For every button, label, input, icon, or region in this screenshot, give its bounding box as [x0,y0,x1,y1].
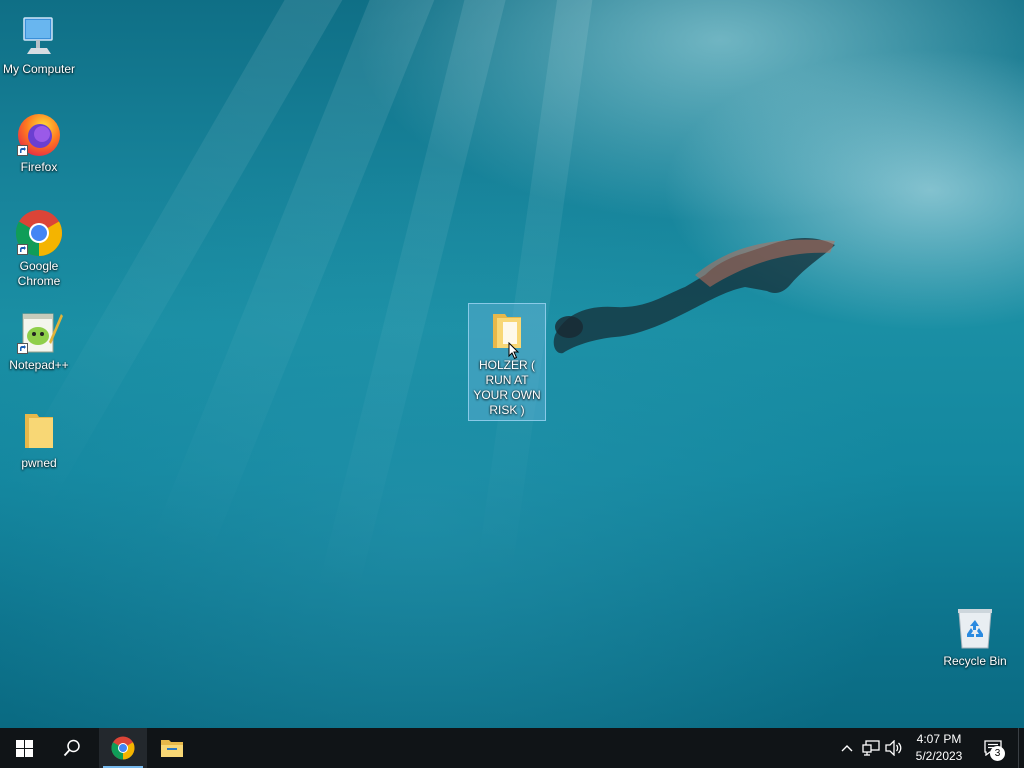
desktop-icon-holzer[interactable]: HOLZER ( RUN AT YOUR OWN RISK ) [468,303,546,421]
taskbar-file-explorer-button[interactable] [148,728,196,768]
folder-icon [25,414,53,448]
desktop-icon-my-computer[interactable]: My Computer [0,8,78,79]
desktop-icon-firefox[interactable]: Firefox [0,106,78,177]
search-button[interactable] [48,728,96,768]
volume-icon [885,740,902,756]
taskbar: 4:07 PM 5/2/2023 3 [0,728,1024,768]
icon-label: HOLZER ( RUN AT YOUR OWN RISK ) [473,358,541,417]
chevron-up-icon [841,745,853,752]
clock[interactable]: 4:07 PM 5/2/2023 [906,731,972,765]
desktop-icon-pwned[interactable]: pwned [0,402,78,473]
icon-label: Notepad++ [9,358,69,372]
folder-icon [493,314,521,348]
shortcut-arrow-icon [17,343,28,354]
computer-icon [23,17,53,54]
icon-label: Firefox [20,160,58,174]
clock-time: 4:07 PM [916,732,962,746]
recycle-bin-icon [958,609,992,649]
shortcut-arrow-icon [17,145,28,156]
icon-label: pwned [21,456,57,470]
file-explorer-icon [161,740,183,757]
volume-button[interactable] [883,738,905,758]
taskbar-chrome-button[interactable] [99,728,147,768]
show-hidden-icons-button[interactable] [836,738,858,758]
network-icon [862,740,880,756]
desktop-icon-notepadpp[interactable]: Notepad++ [0,304,78,375]
desktop-icon-google-chrome[interactable]: Google Chrome [0,205,78,291]
notification-count-badge: 3 [990,746,1005,761]
icon-label: My Computer [2,62,76,76]
desktop-icon-recycle-bin[interactable]: Recycle Bin [936,600,1014,671]
desktop[interactable]: My Computer Firefox Google Chrome Notepa… [0,0,1024,728]
search-icon [63,739,80,757]
chrome-icon [111,736,135,760]
icon-label: Google Chrome [17,259,61,288]
mouse-cursor-icon [508,342,520,360]
shortcut-arrow-icon [17,244,28,255]
start-button[interactable] [0,728,48,768]
freediver-image [553,238,835,354]
icon-label: Recycle Bin [943,654,1007,668]
network-button[interactable] [860,738,882,758]
clock-date: 5/2/2023 [915,749,963,763]
show-desktop-button[interactable] [1018,728,1024,768]
windows-logo-icon [15,739,33,757]
